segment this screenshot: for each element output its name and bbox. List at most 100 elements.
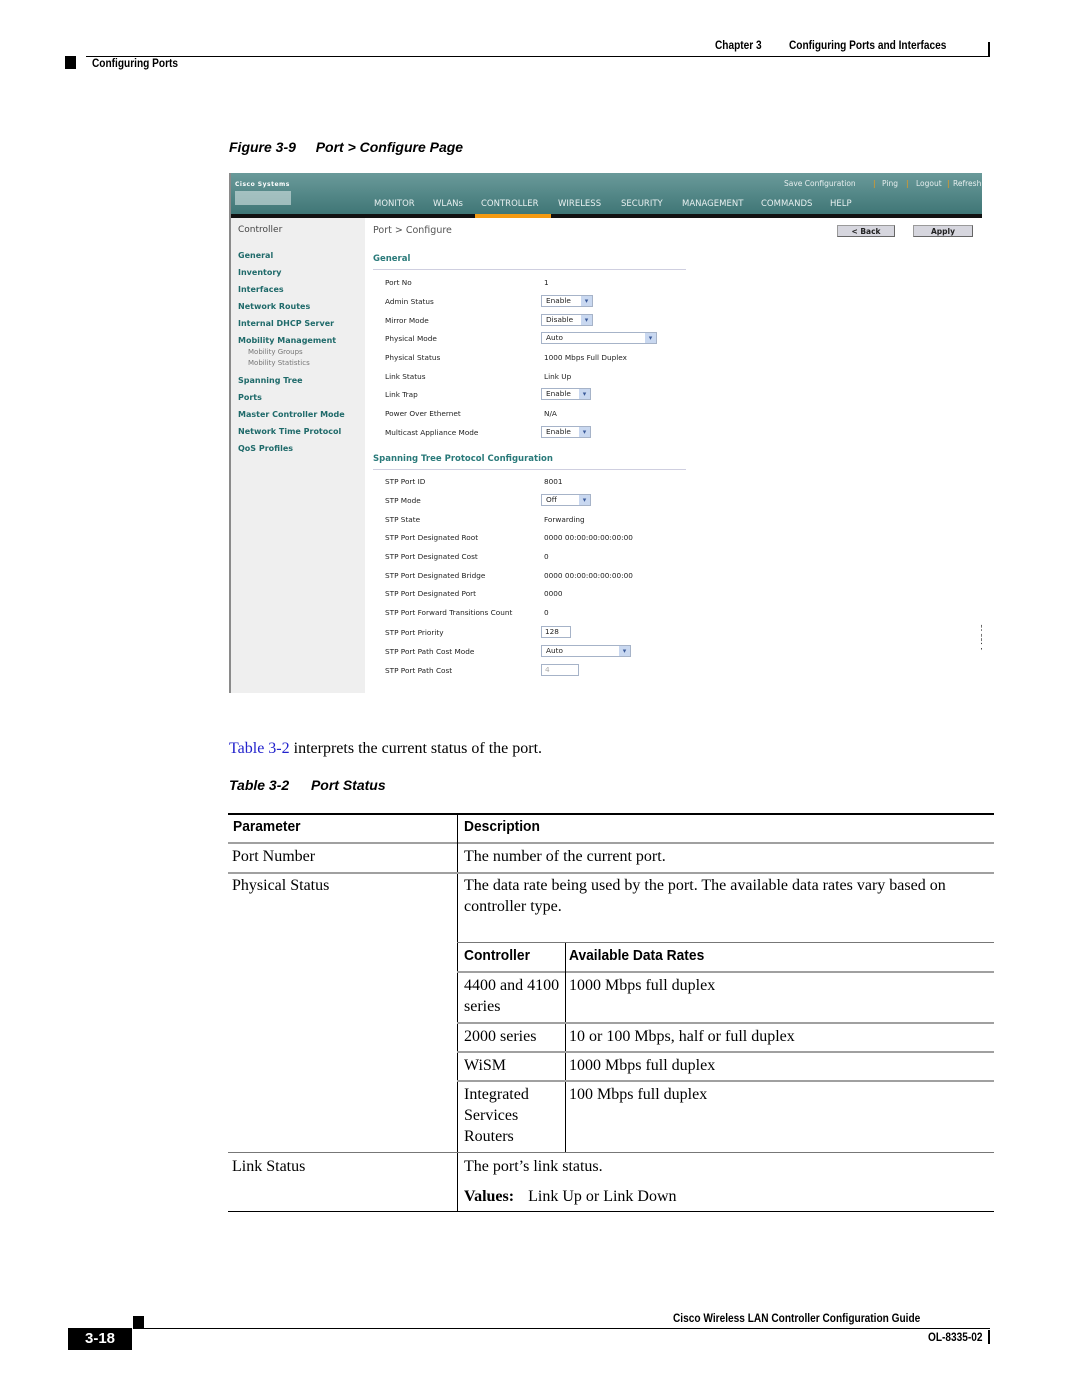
sidebar-item-network-routes[interactable]: Network Routes — [238, 302, 310, 311]
port-no-label: Port No — [385, 278, 412, 287]
admin-status-select[interactable]: Enable ▾ — [541, 295, 593, 307]
stp-state-value: Forwarding — [544, 515, 585, 524]
sidebar-item-internal-dhcp-server[interactable]: Internal DHCP Server — [238, 319, 334, 328]
stp-mode-select[interactable]: Off ▾ — [541, 494, 591, 506]
table-number: Table 3-2 — [229, 777, 290, 793]
link-separator: | — [947, 179, 950, 188]
mirror-mode-value: Disable — [546, 315, 574, 324]
table-top-rule — [228, 813, 994, 815]
chevron-down-icon: ▾ — [579, 427, 590, 437]
nav-wireless[interactable]: WIRELESS — [558, 199, 601, 209]
nav-wlans[interactable]: WLANs — [433, 199, 463, 209]
physical-status-label: Physical Status — [385, 353, 441, 362]
nested-row-controller: 2000 series — [464, 1028, 537, 1045]
sidebar-item-inventory[interactable]: Inventory — [238, 268, 282, 277]
nav-management[interactable]: MANAGEMENT — [682, 199, 743, 209]
logo-text: Cisco Systems — [235, 181, 290, 188]
header-description: Description — [464, 818, 540, 835]
stp-des-port-value: 0000 — [544, 589, 563, 598]
link-status-label: Link Status — [385, 372, 426, 381]
nav-monitor[interactable]: MONITOR — [374, 199, 415, 209]
sidebar-item-mobility-management[interactable]: Mobility Management — [238, 336, 336, 345]
figure-number: Figure 3-9 — [229, 139, 296, 155]
chevron-down-icon: ▾ — [581, 315, 592, 325]
stp-path-cost-mode-value: Auto — [546, 646, 563, 655]
multicast-label: Multicast Appliance Mode — [385, 428, 479, 437]
save-configuration-link[interactable]: Save Configuration — [784, 179, 856, 188]
stp-des-port-label: STP Port Designated Port — [385, 589, 477, 598]
mirror-mode-select[interactable]: Disable ▾ — [541, 314, 593, 326]
chevron-down-icon: ▾ — [581, 296, 592, 306]
stp-fwd-trans-label: STP Port Forward Transitions Count — [385, 608, 513, 617]
stp-priority-input[interactable]: 128 — [541, 626, 571, 638]
stp-section-rule — [373, 469, 686, 470]
nested-row-rate: 1000 Mbps full duplex — [569, 1057, 716, 1074]
row-rule — [228, 1152, 994, 1153]
header-block — [65, 56, 76, 69]
header-chapter: Chapter 3 — [715, 40, 762, 52]
table-reference-link[interactable]: Table 3-2 — [229, 740, 290, 757]
footer-block — [133, 1316, 144, 1328]
sidebar-subitem-mobility-groups[interactable]: Mobility Groups — [248, 348, 303, 356]
sidebar-item-interfaces[interactable]: Interfaces — [238, 285, 284, 294]
nav-security[interactable]: SECURITY — [621, 199, 663, 209]
refresh-link[interactable]: Refresh — [953, 179, 981, 188]
row-physical-status-param: Physical Status — [232, 877, 330, 894]
table-bottom-rule — [228, 1211, 994, 1212]
sidebar-item-ports[interactable]: Ports — [238, 393, 262, 402]
link-trap-select[interactable]: Enable ▾ — [541, 388, 591, 400]
figure-id: 146946 — [979, 624, 982, 651]
header-bar-right — [988, 42, 990, 56]
stp-path-cost-input[interactable]: 4 — [541, 664, 579, 676]
row-link-status-desc: The port’s link status. — [464, 1158, 603, 1175]
multicast-select[interactable]: Enable ▾ — [541, 426, 591, 438]
stp-path-cost-mode-select[interactable]: Auto ▾ — [541, 645, 631, 657]
table-caption: Table 3-2 Port Status — [229, 777, 386, 793]
stp-port-id-label: STP Port ID — [385, 477, 426, 486]
footer-rule — [133, 1328, 990, 1329]
sidebar-item-spanning-tree[interactable]: Spanning Tree — [238, 376, 303, 385]
apply-button[interactable]: Apply — [913, 225, 973, 237]
stp-fwd-trans-value: 0 — [544, 608, 549, 617]
stp-mode-value: Off — [546, 495, 557, 504]
stp-path-cost-mode-label: STP Port Path Cost Mode — [385, 647, 475, 656]
sidebar-item-general[interactable]: General — [238, 251, 273, 260]
sidebar-item-master-controller-mode[interactable]: Master Controller Mode — [238, 410, 345, 419]
multicast-value: Enable — [546, 427, 571, 436]
stp-section-title: Spanning Tree Protocol Configuration — [373, 454, 553, 464]
stp-des-root-value: 0000 00:00:00:00:00:00 — [544, 533, 633, 542]
footer-bar-right — [988, 1330, 990, 1344]
sidebar-item-qos-profiles[interactable]: QoS Profiles — [238, 444, 293, 453]
sidebar-subitem-mobility-statistics[interactable]: Mobility Statistics — [248, 359, 310, 367]
header-rule — [228, 842, 994, 844]
header-parameter: Parameter — [233, 818, 301, 835]
logout-link[interactable]: Logout — [916, 179, 942, 188]
intro-paragraph: Table 3-2 interprets the current status … — [229, 740, 542, 758]
stp-des-root-label: STP Port Designated Root — [385, 533, 479, 542]
footer-doc-number: OL-8335-02 — [928, 1332, 983, 1344]
back-button[interactable]: < Back — [837, 225, 895, 237]
stp-path-cost-label: STP Port Path Cost — [385, 666, 453, 675]
values-label: Values: — [464, 1188, 515, 1205]
stp-des-bridge-value: 0000 00:00:00:00:00:00 — [544, 571, 633, 580]
chevron-down-icon: ▾ — [579, 389, 590, 399]
admin-status-label: Admin Status — [385, 297, 434, 306]
stp-des-bridge-label: STP Port Designated Bridge — [385, 571, 486, 580]
stp-state-label: STP State — [385, 515, 421, 524]
nav-controller[interactable]: CONTROLLER — [481, 199, 539, 209]
port-configure-content: Port > Configure < Back Apply General Po… — [365, 218, 982, 693]
row-link-status-values: Values: Link Up or Link Down — [464, 1186, 677, 1207]
mirror-mode-label: Mirror Mode — [385, 316, 429, 325]
nested-row-rate: 100 Mbps full duplex — [569, 1086, 708, 1103]
nav-commands[interactable]: COMMANDS — [761, 199, 812, 209]
nested-column-divider — [565, 943, 566, 1152]
footer-guide-title: Cisco Wireless LAN Controller Configurat… — [673, 1313, 921, 1325]
physical-mode-select[interactable]: Auto ▾ — [541, 332, 657, 344]
sidebar-item-network-time-protocol[interactable]: Network Time Protocol — [238, 427, 341, 436]
nav-help[interactable]: HELP — [830, 199, 852, 209]
nested-row-controller: 4400 and 4100 series — [464, 977, 560, 1015]
values-text: Link Up or Link Down — [528, 1188, 677, 1205]
ping-link[interactable]: Ping — [882, 179, 898, 188]
poe-label: Power Over Ethernet — [385, 409, 461, 418]
nested-header-rule — [457, 971, 994, 973]
